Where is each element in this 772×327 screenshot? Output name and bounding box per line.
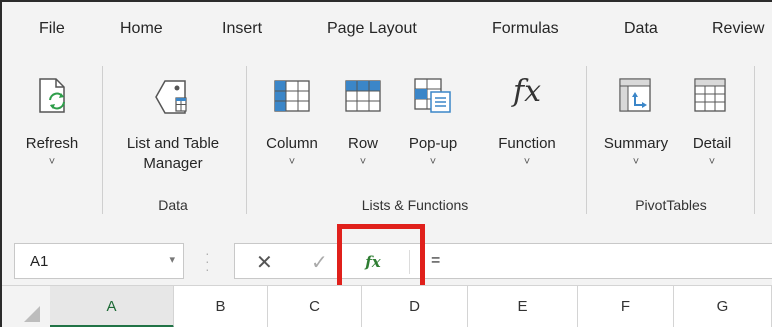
tag-icon (155, 80, 187, 114)
column-label: Column (266, 135, 318, 152)
tab-formulas[interactable]: Formulas (492, 20, 559, 38)
popup-label: Pop-up (408, 135, 458, 152)
group-separator (754, 66, 755, 214)
function-icon: fx (512, 74, 542, 109)
refresh-icon (39, 78, 65, 113)
group-separator (246, 66, 247, 214)
group-label-data: Data (158, 197, 188, 213)
function-button[interactable]: fx Function ˅ (484, 74, 570, 188)
refresh-button[interactable]: Refresh ˅ (12, 78, 92, 188)
column-header-b[interactable]: B (174, 286, 268, 327)
function-label: Function (498, 135, 556, 152)
ribbon-tabs: File Home Insert Page Layout Formulas Da… (2, 2, 772, 58)
column-button[interactable]: Column ˅ (256, 78, 328, 188)
list-table-manager-label-1: List and Table (126, 135, 220, 152)
name-box[interactable]: A1 ▾ (14, 243, 184, 279)
select-all-icon (24, 306, 40, 322)
enter-icon[interactable]: ✓ (311, 250, 328, 275)
name-box-value: A1 (30, 253, 49, 270)
detail-button[interactable]: Detail ˅ (682, 78, 742, 188)
chevron-down-icon: ˅ (523, 156, 531, 168)
column-header-g[interactable]: G (674, 286, 772, 327)
group-separator (102, 66, 103, 214)
column-table-icon (274, 80, 310, 112)
summary-label: Summary (603, 135, 669, 152)
pivot-summary-icon (619, 78, 651, 112)
row-table-icon (345, 80, 381, 112)
ribbon: Refresh ˅ List and Table Manager Data Co… (2, 58, 772, 220)
summary-button[interactable]: Summary ˅ (596, 78, 676, 188)
column-header-d[interactable]: D (362, 286, 468, 327)
pivot-detail-icon (694, 78, 726, 112)
column-header-c[interactable]: C (268, 286, 362, 327)
detail-label: Detail (692, 135, 732, 152)
chevron-down-icon: ˅ (708, 156, 716, 168)
column-header-f[interactable]: F (578, 286, 674, 327)
column-header-a[interactable]: A (50, 286, 174, 327)
column-header-e[interactable]: E (468, 286, 578, 327)
tab-page-layout[interactable]: Page Layout (327, 20, 417, 38)
chevron-down-icon: ˅ (429, 156, 437, 168)
formula-input[interactable]: = (431, 252, 440, 270)
select-all-corner[interactable] (2, 286, 51, 327)
chevron-down-icon: ˅ (359, 156, 367, 168)
group-label-pivottables: PivotTables (635, 197, 707, 213)
excel-window: File Home Insert Page Layout Formulas Da… (0, 0, 772, 327)
refresh-label: Refresh (25, 135, 79, 152)
tab-home[interactable]: Home (120, 20, 163, 38)
tab-data[interactable]: Data (624, 20, 658, 38)
chevron-down-icon[interactable]: ▾ (169, 253, 175, 266)
tab-file[interactable]: File (39, 20, 65, 38)
chevron-down-icon: ˅ (48, 156, 56, 168)
popup-table-icon (414, 78, 451, 113)
chevron-down-icon: ˅ (632, 156, 640, 168)
row-button[interactable]: Row ˅ (338, 78, 388, 188)
column-headers: A B C D E F G (2, 285, 772, 327)
list-table-manager-button[interactable]: List and Table Manager (110, 78, 236, 188)
formula-input-area: ✕ ✓ fx = (234, 243, 772, 279)
group-separator (586, 66, 587, 214)
resize-handle[interactable]: · · · (205, 246, 210, 276)
popup-button[interactable]: Pop-up ˅ (400, 78, 466, 188)
list-table-manager-label-2: Manager (143, 155, 203, 172)
cancel-icon[interactable]: ✕ (256, 250, 273, 275)
tab-review[interactable]: Review (712, 20, 764, 38)
row-label: Row (347, 135, 378, 152)
chevron-down-icon: ˅ (288, 156, 296, 168)
tab-insert[interactable]: Insert (222, 20, 262, 38)
group-label-lists-functions: Lists & Functions (361, 197, 469, 213)
